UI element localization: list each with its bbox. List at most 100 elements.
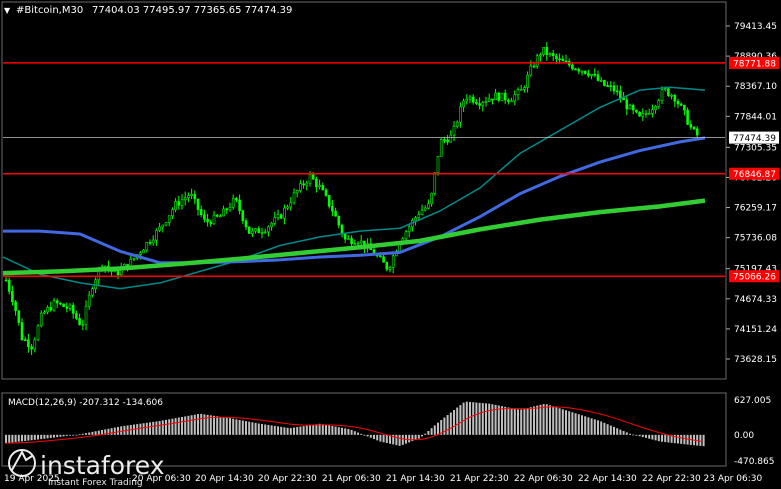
macd-bar xyxy=(414,434,417,440)
chart-ohlc-values: 77404.03 77495.97 77365.65 77474.39 xyxy=(92,5,292,16)
candle-body xyxy=(516,89,520,96)
candle-body xyxy=(455,121,459,127)
macd-bar xyxy=(363,434,366,436)
macd-indicator-label: MACD(12,26,9) -207.312 -134.606 xyxy=(8,398,163,408)
candle-body xyxy=(462,100,465,108)
candle-body xyxy=(43,311,46,314)
price-tick-label: 79413.45 xyxy=(734,22,777,32)
candle-body xyxy=(519,89,523,91)
candle-body xyxy=(475,101,478,104)
macd-bar xyxy=(613,426,615,435)
candle-body xyxy=(663,88,667,91)
macd-bar xyxy=(481,403,484,435)
macd-bar xyxy=(549,405,551,435)
macd-bar xyxy=(216,416,219,435)
macd-bar xyxy=(254,422,257,435)
candle-body xyxy=(59,302,62,305)
candle-body xyxy=(625,99,629,110)
candle-body xyxy=(644,113,648,115)
candle-body xyxy=(564,60,568,63)
macd-bar xyxy=(318,423,321,435)
macd-bar xyxy=(321,424,324,435)
macd-bar xyxy=(504,406,507,435)
macd-bar xyxy=(488,403,491,435)
macd-bar xyxy=(584,416,587,435)
candle-body xyxy=(343,233,347,240)
candle-body xyxy=(318,185,321,187)
macd-bar xyxy=(625,432,628,435)
candle-body xyxy=(391,255,395,268)
macd-bar xyxy=(302,426,305,435)
macd-bar xyxy=(296,427,299,435)
macd-bar xyxy=(478,402,481,435)
candle-body xyxy=(692,126,696,130)
menu-arrow-icon[interactable]: ▼ xyxy=(4,6,11,15)
candle-body xyxy=(158,226,161,231)
candle-body xyxy=(593,73,597,76)
macd-bar xyxy=(421,434,423,437)
candle-body xyxy=(404,231,408,240)
candle-body xyxy=(423,207,427,211)
time-tick-label: 22 Apr 22:30 xyxy=(642,474,701,484)
candle-body xyxy=(215,214,219,217)
macd-bar xyxy=(350,429,353,435)
macd-bar xyxy=(225,417,228,435)
candle-body xyxy=(507,99,510,102)
candle-body xyxy=(484,101,488,103)
macd-bar xyxy=(424,433,427,435)
macd-bar xyxy=(81,433,84,435)
macd-bar xyxy=(197,414,199,435)
current-price-tag: 77474.39 xyxy=(729,131,779,144)
candle-body xyxy=(628,105,632,110)
macd-bar xyxy=(635,434,638,436)
candle-body xyxy=(33,339,37,350)
candle-body xyxy=(103,265,107,268)
brand-tagline: Instant Forex Trading xyxy=(48,478,143,488)
macd-bar xyxy=(446,415,449,435)
macd-bar xyxy=(312,424,315,435)
macd-bar xyxy=(555,407,558,435)
macd-tick-label: 0.00 xyxy=(734,431,754,441)
candle-body xyxy=(94,279,97,290)
macd-bar xyxy=(5,434,7,444)
macd-bar xyxy=(161,420,164,435)
macd-bar xyxy=(401,434,404,445)
candle-body xyxy=(497,92,501,101)
macd-bar xyxy=(456,407,459,435)
candle-body xyxy=(187,195,190,199)
macd-bar xyxy=(8,434,11,443)
macd-bar xyxy=(574,413,577,435)
candle-body xyxy=(577,69,581,72)
candle-body xyxy=(468,96,472,100)
macd-bar xyxy=(149,422,151,435)
candle-body xyxy=(673,94,677,102)
macd-bar xyxy=(277,426,279,435)
macd-bar xyxy=(571,412,574,435)
candle-body xyxy=(430,192,433,205)
candle-body xyxy=(302,183,305,186)
candle-body xyxy=(228,207,232,211)
macd-bar xyxy=(341,427,343,435)
macd-bar xyxy=(293,427,295,435)
time-tick-label: 20 Apr 22:30 xyxy=(258,474,317,484)
candle-body xyxy=(510,100,513,103)
macd-bar xyxy=(517,409,519,435)
candle-body xyxy=(164,222,168,226)
macd-bar xyxy=(616,428,619,435)
time-tick-label: 22 Apr 14:30 xyxy=(578,474,637,484)
candle-body xyxy=(292,192,296,204)
candle-body xyxy=(667,88,670,96)
candle-body xyxy=(68,304,72,309)
macd-bar xyxy=(427,430,430,435)
candle-body xyxy=(686,109,689,125)
chart-symbol-label: #Bitcoin,M30 xyxy=(16,5,83,16)
candle-body xyxy=(75,313,78,319)
macd-bar xyxy=(273,425,276,435)
candle-body xyxy=(452,125,456,136)
candle-body xyxy=(289,202,293,208)
level-tag-label: 78771.88 xyxy=(733,59,776,69)
time-tick-label: 22 Apr 06:30 xyxy=(514,474,573,484)
macd-bar xyxy=(91,431,94,435)
macd-bar xyxy=(651,434,654,440)
chart-terminal[interactable]: ▼ #Bitcoin,M30 77404.03 77495.97 77365.6… xyxy=(0,0,781,489)
